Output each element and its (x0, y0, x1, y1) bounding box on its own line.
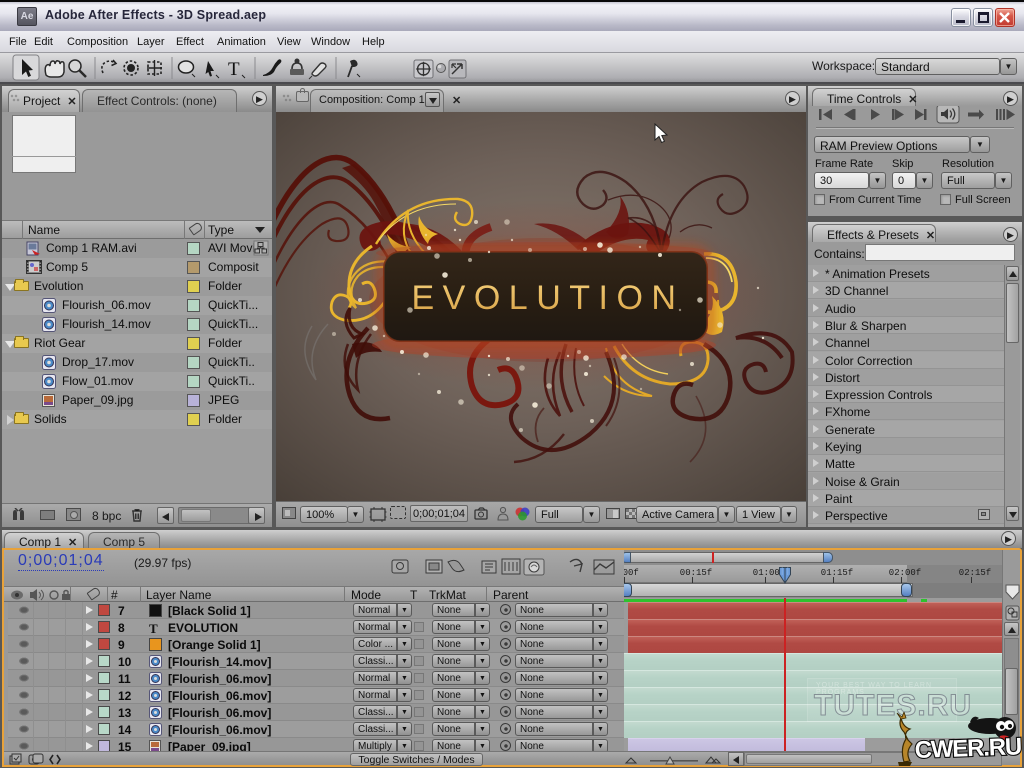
svg-text:T: T (228, 59, 240, 80)
svg-text:CWER.RU: CWER.RU (914, 733, 1021, 764)
svg-text:EVOLUTION: EVOLUTION (412, 279, 685, 317)
